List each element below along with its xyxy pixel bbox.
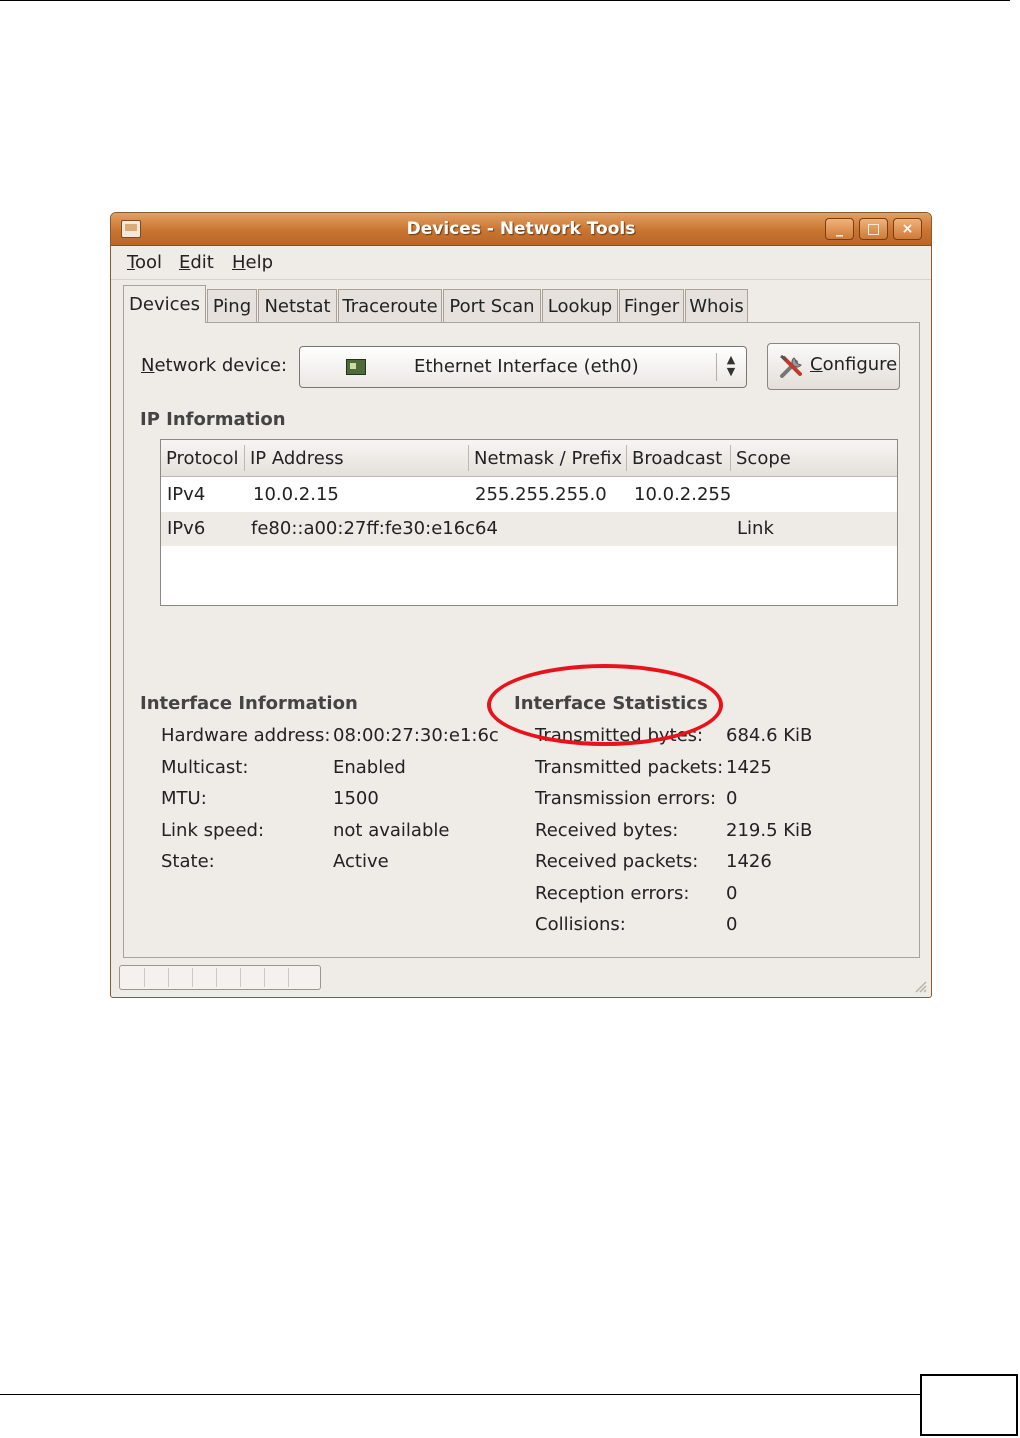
page-bottom-rule [0, 1394, 920, 1395]
state-value: Active [333, 851, 389, 872]
tab-ping[interactable]: Ping [207, 289, 257, 322]
received-bytes-label: Received bytes: [535, 820, 679, 841]
interface-information-title: Interface Information [140, 693, 358, 714]
received-bytes-value: 219.5 KiB [726, 820, 813, 841]
minimize-button[interactable]: _ [825, 218, 854, 240]
network-device-label: Network device: [141, 355, 288, 376]
collisions-label: Collisions: [535, 914, 626, 935]
mtu-label: MTU: [161, 788, 207, 809]
network-device-value: Ethernet Interface (eth0) [414, 356, 639, 377]
page-top-rule [0, 0, 1010, 1]
cell-protocol: IPv4 [167, 484, 206, 505]
transmission-errors-value: 0 [726, 788, 738, 809]
menu-help[interactable]: Help [232, 252, 273, 273]
status-bar [119, 965, 321, 990]
ip-information-table[interactable]: Protocol IP Address Netmask / Prefix Bro… [160, 439, 898, 606]
hardware-address-label: Hardware address: [161, 725, 331, 746]
link-speed-value: not available [333, 820, 450, 841]
cell-netmask: 64 [475, 518, 498, 539]
resize-grip-icon[interactable] [913, 979, 927, 993]
multicast-value: Enabled [333, 757, 406, 778]
received-packets-value: 1426 [726, 851, 772, 872]
link-speed-label: Link speed: [161, 820, 265, 841]
close-button[interactable]: × [893, 218, 922, 240]
state-label: State: [161, 851, 215, 872]
table-row[interactable]: IPv6 fe80::a00:27ff:fe30:e16c 64 Link [161, 512, 897, 546]
transmission-errors-label: Transmission errors: [535, 788, 717, 809]
cell-address: 10.0.2.15 [253, 484, 339, 505]
tab-netstat[interactable]: Netstat [258, 289, 337, 322]
transmitted-packets-value: 1425 [726, 757, 772, 778]
reception-errors-label: Reception errors: [535, 883, 690, 904]
tab-port-scan[interactable]: Port Scan [443, 289, 541, 322]
configure-button[interactable]: Configure [767, 343, 900, 390]
network-device-select[interactable]: Ethernet Interface (eth0) ▲ ▼ [299, 346, 747, 388]
menu-tool[interactable]: Tool [127, 252, 162, 273]
transmitted-packets-label: Transmitted packets: [535, 757, 724, 778]
cell-address: fe80::a00:27ff:fe30:e16c [251, 518, 476, 539]
tab-devices[interactable]: Devices [123, 285, 206, 323]
column-divider [730, 445, 731, 471]
configure-label: Configure [810, 354, 898, 375]
menubar: Tool Edit Help [111, 245, 931, 280]
cell-scope: Link [737, 518, 774, 539]
updown-arrows-icon: ▲ ▼ [726, 353, 736, 378]
cell-broadcast: 10.0.2.255 [634, 484, 732, 505]
column-divider [244, 445, 245, 471]
mtu-value: 1500 [333, 788, 379, 809]
menu-edit[interactable]: Edit [179, 252, 214, 273]
tools-icon [780, 354, 802, 378]
column-protocol[interactable]: Protocol [166, 448, 239, 469]
column-netmask[interactable]: Netmask / Prefix [474, 448, 622, 469]
multicast-label: Multicast: [161, 757, 249, 778]
network-tools-window: Devices - Network Tools _ □ × Tool Edit … [110, 212, 932, 998]
transmitted-bytes-value: 684.6 KiB [726, 725, 813, 746]
table-header: Protocol IP Address Netmask / Prefix Bro… [161, 440, 897, 477]
column-broadcast[interactable]: Broadcast [632, 448, 722, 469]
column-scope[interactable]: Scope [736, 448, 791, 469]
collisions-value: 0 [726, 914, 738, 935]
maximize-button[interactable]: □ [859, 218, 888, 240]
table-row[interactable]: IPv4 10.0.2.15 255.255.255.0 10.0.2.255 [161, 478, 897, 512]
cell-protocol: IPv6 [167, 518, 206, 539]
column-divider [468, 445, 469, 471]
tab-finger[interactable]: Finger [619, 289, 684, 322]
network-card-icon [346, 359, 366, 375]
tab-whois[interactable]: Whois [685, 289, 748, 322]
reception-errors-value: 0 [726, 883, 738, 904]
column-divider [626, 445, 627, 471]
titlebar[interactable]: Devices - Network Tools _ □ × [111, 213, 931, 246]
tab-traceroute[interactable]: Traceroute [338, 289, 442, 322]
column-ip-address[interactable]: IP Address [250, 448, 344, 469]
cell-netmask: 255.255.255.0 [475, 484, 607, 505]
annotation-ellipse [487, 664, 723, 746]
hardware-address-value: 08:00:27:30:e1:6c [333, 725, 499, 746]
window-title: Devices - Network Tools [406, 219, 636, 239]
ip-information-title: IP Information [140, 409, 286, 430]
page-number-box [920, 1374, 1018, 1436]
tab-lookup[interactable]: Lookup [542, 289, 618, 322]
combo-separator [716, 353, 717, 381]
received-packets-label: Received packets: [535, 851, 699, 872]
